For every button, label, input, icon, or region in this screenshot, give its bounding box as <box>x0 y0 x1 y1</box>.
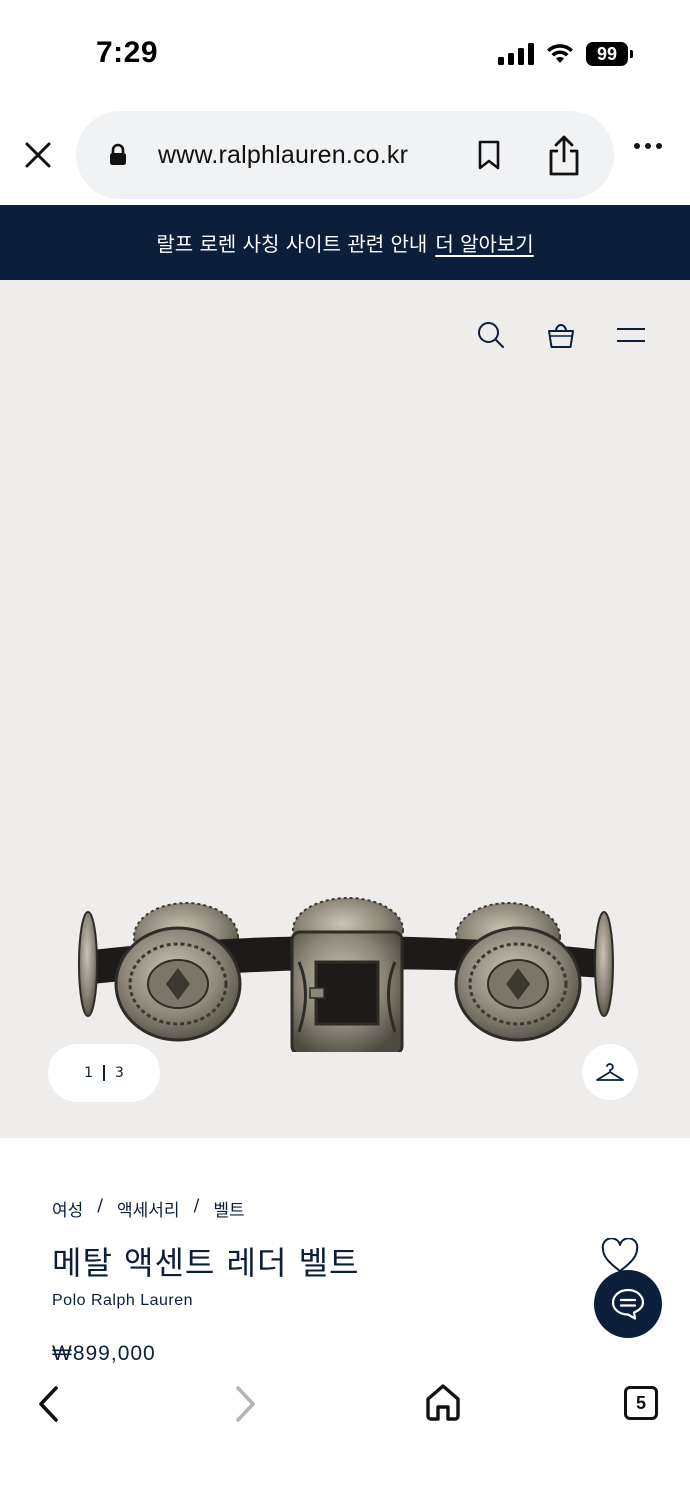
forward-button[interactable] <box>230 1384 260 1428</box>
breadcrumb-women[interactable]: 여성 <box>52 1196 83 1221</box>
gallery-pager[interactable]: 1 3 <box>48 1044 160 1102</box>
chat-icon <box>611 1288 645 1320</box>
close-button[interactable] <box>18 135 58 175</box>
bookmark-icon <box>478 140 500 170</box>
hamburger-menu-icon <box>617 328 645 342</box>
product-title: 메탈 액센트 레더 벨트 <box>52 1244 360 1282</box>
url-field[interactable]: www.ralphlauren.co.kr <box>76 111 614 199</box>
status-time: 7:29 <box>96 36 159 69</box>
product-gallery[interactable]: 1 3 <box>0 280 690 1138</box>
breadcrumb-separator: / <box>193 1196 200 1216</box>
status-icons: 99 <box>498 42 633 66</box>
breadcrumb-accessories[interactable]: 액세서리 <box>117 1196 180 1221</box>
lock-icon <box>110 143 126 165</box>
breadcrumb: 여성 / 액세서리 / 벨트 <box>52 1196 245 1221</box>
status-bar: 7:29 99 <box>0 0 690 105</box>
close-icon <box>25 142 51 168</box>
search-button[interactable] <box>476 320 506 354</box>
more-options-button[interactable] <box>634 143 662 149</box>
url-text: www.ralphlauren.co.kr <box>158 141 409 169</box>
wifi-icon <box>547 44 573 63</box>
browser-toolbar: 5 <box>0 1368 690 1500</box>
product-brand[interactable]: Polo Ralph Lauren <box>52 1292 193 1310</box>
breadcrumb-separator: / <box>97 1196 104 1216</box>
hanger-icon <box>596 1063 624 1081</box>
site-header-icons <box>476 320 646 354</box>
search-icon <box>478 322 504 348</box>
cellular-signal-icon <box>498 43 534 65</box>
home-button[interactable] <box>424 1382 462 1426</box>
home-icon <box>426 1384 460 1421</box>
share-icon <box>549 135 579 176</box>
notice-text: 랄프 로렌 사칭 사이트 관련 안내 <box>156 232 428 256</box>
browser-address-bar: www.ralphlauren.co.kr <box>0 105 690 205</box>
chat-button[interactable] <box>594 1270 662 1338</box>
shopping-bag-button[interactable] <box>546 321 576 353</box>
gallery-total-pages: 3 <box>115 1065 124 1081</box>
more-icon <box>634 143 640 149</box>
menu-button[interactable] <box>616 325 646 349</box>
battery-indicator: 99 <box>586 42 633 66</box>
belt-product-image <box>78 897 614 1052</box>
tabs-button[interactable]: 5 <box>624 1386 658 1420</box>
chevron-right-icon <box>236 1386 255 1422</box>
product-price: ₩899,000 <box>52 1342 156 1365</box>
heart-icon <box>601 1237 639 1272</box>
gallery-current-page: 1 <box>84 1065 93 1081</box>
bookmark-button[interactable] <box>476 139 502 175</box>
breadcrumb-belts[interactable]: 벨트 <box>213 1196 244 1221</box>
share-button[interactable] <box>546 133 582 181</box>
try-on-button[interactable] <box>582 1044 638 1100</box>
shopping-bag-icon <box>548 324 574 348</box>
notice-learn-more-link[interactable]: 더 알아보기 <box>435 228 533 257</box>
product-info: 여성 / 액세서리 / 벨트 메탈 액센트 레더 벨트 Polo Ralph L… <box>0 1138 690 1368</box>
notice-banner: 랄프 로렌 사칭 사이트 관련 안내 더 알아보기 <box>0 205 690 280</box>
back-button[interactable] <box>34 1384 64 1428</box>
pager-divider <box>103 1065 105 1081</box>
chevron-left-icon <box>39 1386 58 1422</box>
